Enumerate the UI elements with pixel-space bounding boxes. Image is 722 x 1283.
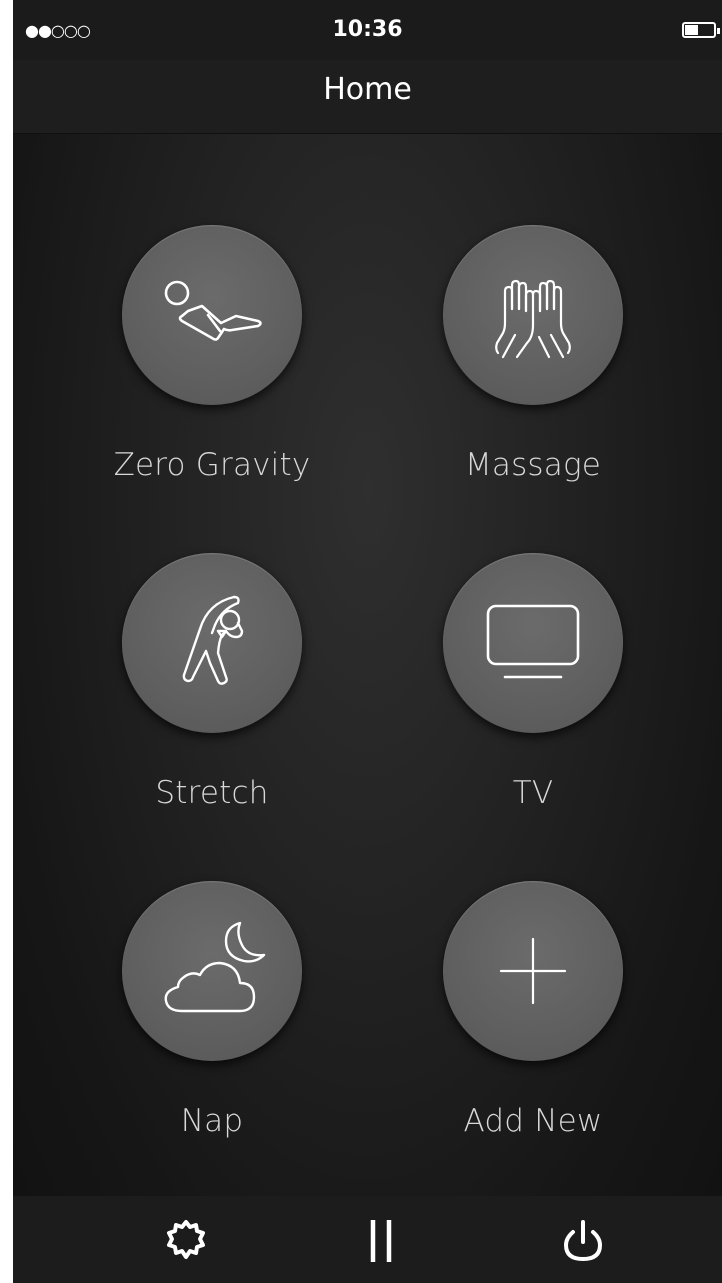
pause-button[interactable] [351,1214,411,1266]
massage-button[interactable] [443,225,623,405]
tile-label: Massage [464,447,602,483]
tile-label: Zero Gravity [113,447,311,483]
power-icon [563,1220,603,1262]
tile-nap: Nap [92,881,332,1161]
tile-label: Add New [463,1103,603,1139]
cloud-moon-icon [164,921,266,1013]
status-bar: ●●○○○ 10:36 [13,0,722,60]
status-time: 10:36 [332,17,403,42]
nap-button[interactable] [122,881,302,1061]
page-title: Home [323,72,412,107]
pause-icon [370,1220,392,1262]
bottom-toolbar [13,1196,722,1283]
app-screen: ●●○○○ 10:36 Home Zero Gravity Massage St… [13,0,722,1283]
tv-button[interactable] [443,553,623,733]
stretch-figure-icon [182,595,244,685]
tile-label: Stretch [155,775,269,811]
gear-icon [167,1220,205,1259]
zero-gravity-icon [164,280,262,341]
zero-gravity-button[interactable] [122,225,302,405]
massage-hands-icon [495,279,571,359]
settings-button[interactable] [156,1214,216,1266]
stretch-button[interactable] [122,553,302,733]
power-button[interactable] [553,1214,613,1266]
tile-tv: TV [413,553,653,833]
tv-icon [486,604,580,679]
tile-label: TV [512,775,554,811]
add-new-button[interactable] [443,881,623,1061]
tile-zero-gravity: Zero Gravity [92,225,332,505]
tile-label: Nap [180,1103,244,1139]
battery-icon [682,22,720,38]
navigation-bar: Home [13,60,722,134]
tile-massage: Massage [413,225,653,505]
plus-icon [499,937,567,1005]
tile-stretch: Stretch [92,553,332,833]
tile-add-new: Add New [413,881,653,1161]
